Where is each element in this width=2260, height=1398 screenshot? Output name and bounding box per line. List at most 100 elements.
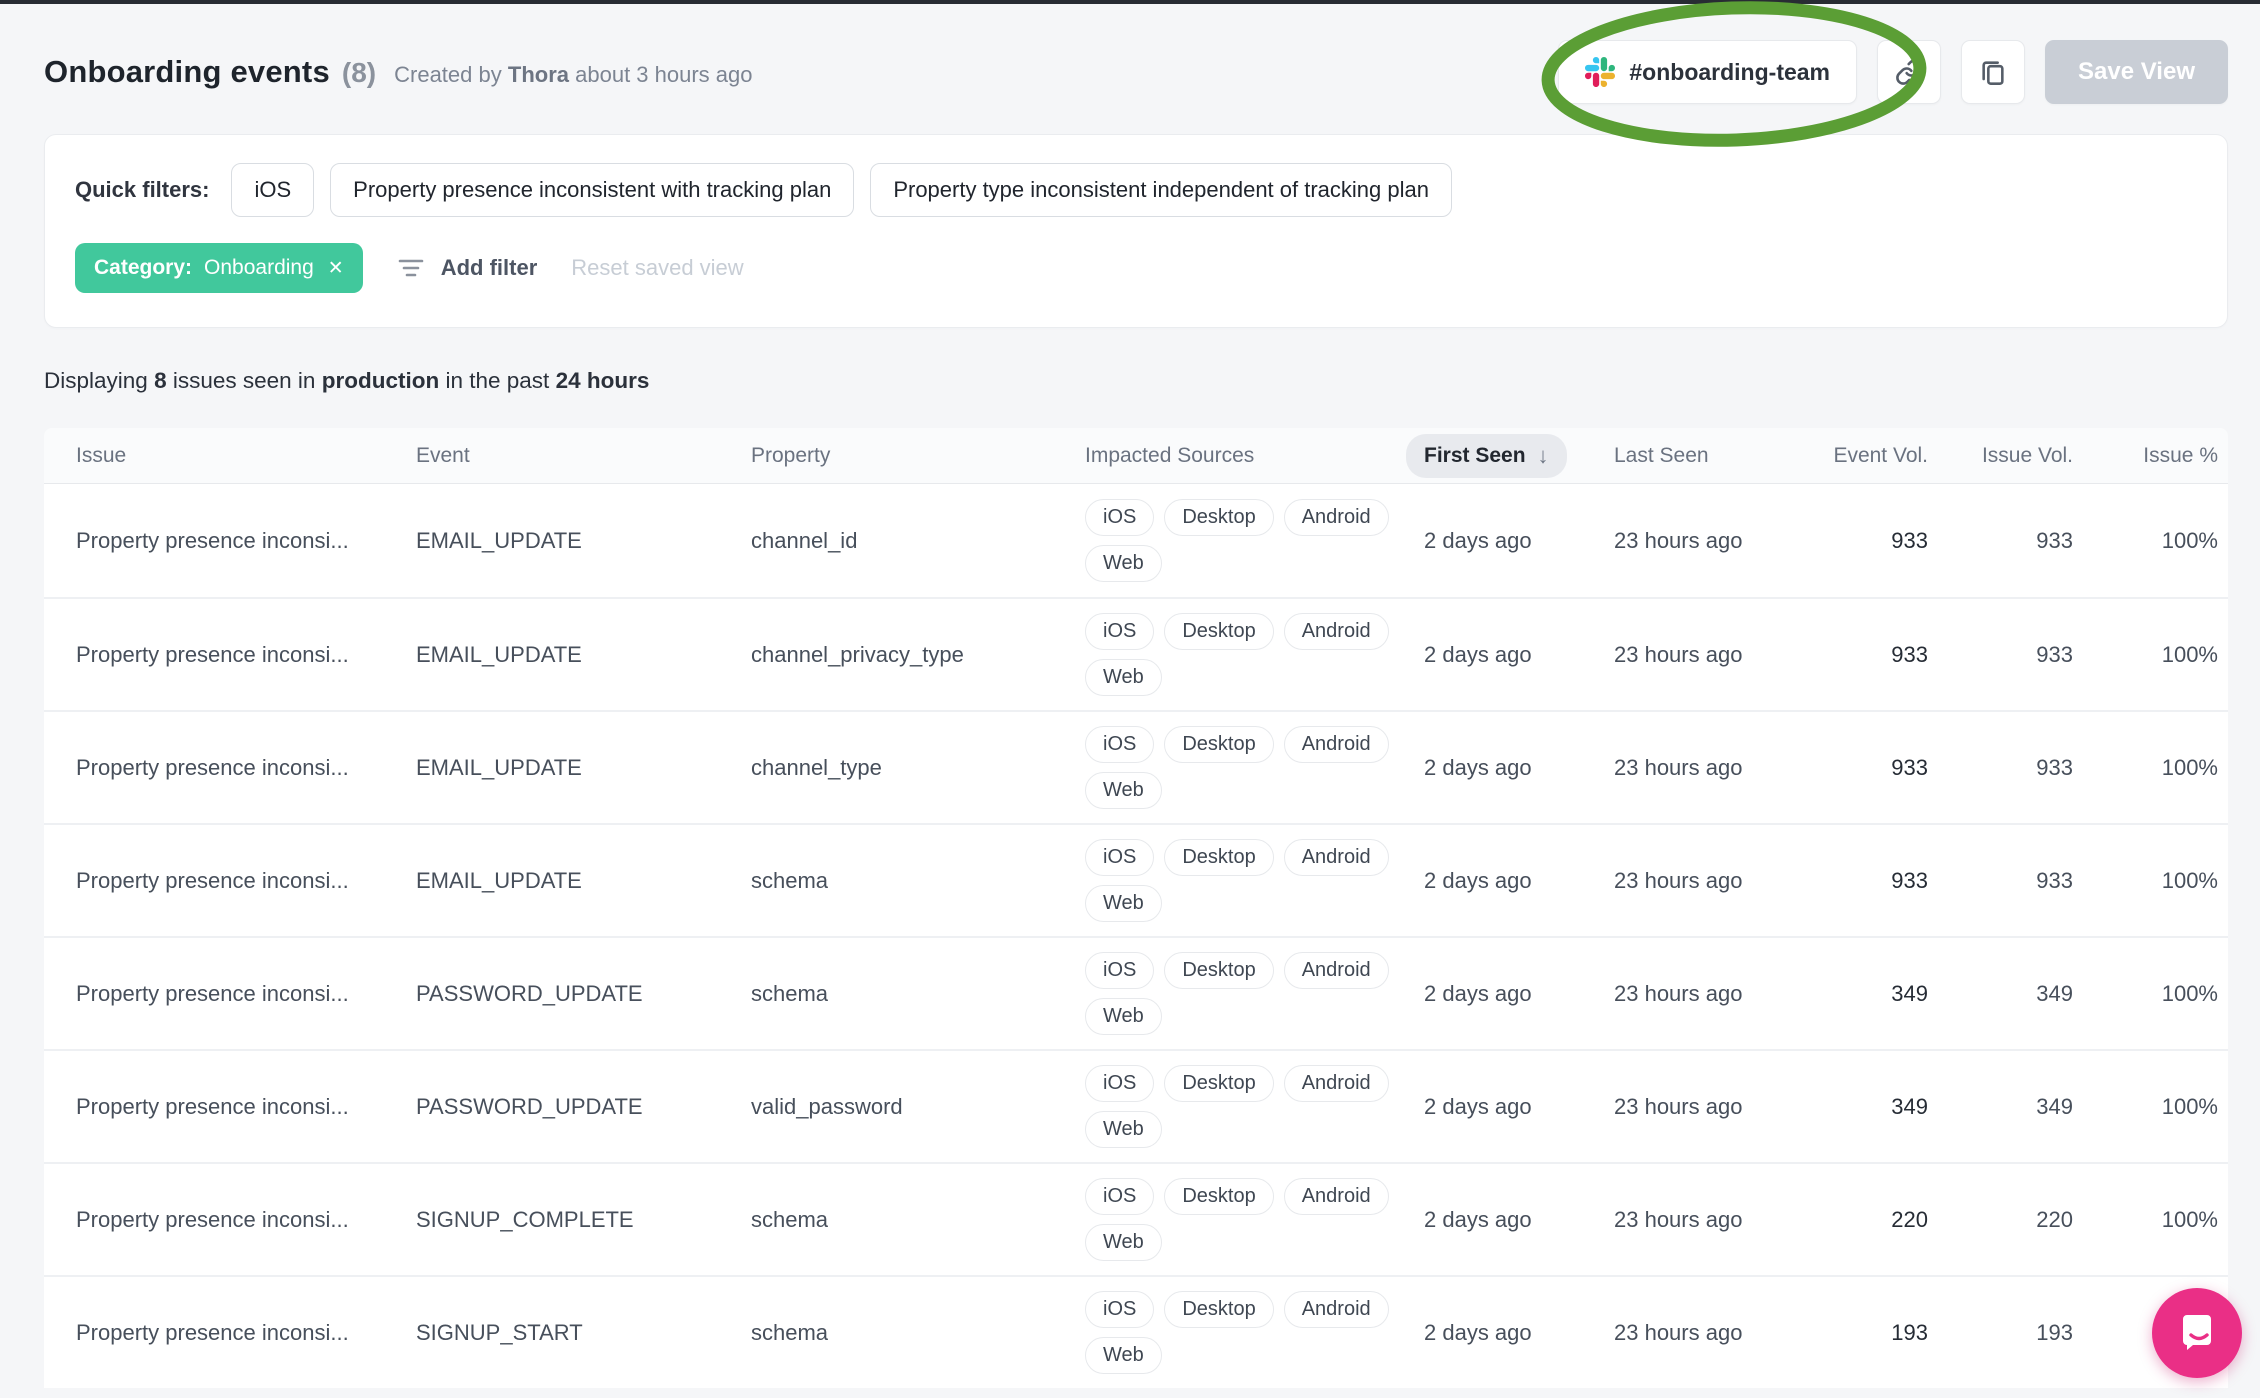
issue-cell: Property presence inconsi...	[76, 1206, 349, 1232]
event-cell: PASSWORD_UPDATE	[416, 1093, 643, 1119]
sources-cell: iOS Desktop Android Web	[1085, 1065, 1406, 1148]
col-event-vol-header[interactable]: Event Vol.	[1824, 444, 1938, 468]
table-row[interactable]: Property presence inconsi... PASSWORD_UP…	[44, 1049, 2228, 1162]
sources-line-2: Web	[1085, 1111, 1406, 1148]
table-row[interactable]: Property presence inconsi... EMAIL_UPDAT…	[44, 484, 2228, 597]
col-first-seen-header[interactable]: First Seen ↓	[1406, 433, 1614, 478]
copy-link-button[interactable]	[1877, 40, 1942, 104]
page-title: Onboarding events	[44, 54, 330, 89]
created-ago: about 3 hours ago	[575, 62, 753, 87]
col-property-header[interactable]: Property	[751, 444, 1085, 468]
sort-descending-icon: ↓	[1537, 442, 1549, 468]
quick-filter-property-presence[interactable]: Property presence inconsistent with trac…	[330, 163, 855, 217]
table-row[interactable]: Property presence inconsi... SIGNUP_STAR…	[44, 1275, 2228, 1388]
page-header: Onboarding events (8) Created by Thora a…	[0, 1, 2260, 147]
col-sources-header[interactable]: Impacted Sources	[1085, 444, 1406, 468]
source-pill: iOS	[1085, 839, 1155, 876]
source-pill: Desktop	[1164, 1178, 1274, 1215]
property-cell: channel_type	[751, 754, 882, 780]
issue-count: (8)	[341, 57, 377, 88]
source-pill: Web	[1085, 545, 1162, 582]
sources-line-2: Web	[1085, 998, 1406, 1035]
sources-cell: iOS Desktop Android Web	[1085, 499, 1406, 582]
table-row[interactable]: Property presence inconsi... PASSWORD_UP…	[44, 936, 2228, 1049]
sources-cell: iOS Desktop Android Web	[1085, 1178, 1406, 1261]
table-row[interactable]: Property presence inconsi... EMAIL_UPDAT…	[44, 597, 2228, 710]
source-pill: Desktop	[1164, 613, 1274, 650]
event-cell: PASSWORD_UPDATE	[416, 980, 643, 1006]
quick-filter-property-type[interactable]: Property type inconsistent independent o…	[870, 163, 1452, 217]
source-pill: iOS	[1085, 613, 1155, 650]
table-row[interactable]: Property presence inconsi... EMAIL_UPDAT…	[44, 710, 2228, 823]
sources-line-1: iOS Desktop Android	[1085, 839, 1406, 876]
sources-line-2: Web	[1085, 885, 1406, 922]
source-pill: iOS	[1085, 1065, 1155, 1102]
event-vol-cell: 349	[1891, 1093, 1928, 1119]
add-filter-label: Add filter	[440, 255, 538, 280]
source-pill: Android	[1283, 1291, 1389, 1328]
quick-filter-ios[interactable]: iOS	[231, 163, 315, 217]
first-seen-sort-pill[interactable]: First Seen ↓	[1406, 433, 1567, 478]
save-view-button[interactable]: Save View	[2045, 40, 2228, 104]
issue-pct-cell: 100%	[2161, 754, 2218, 780]
issues-table: Issue Event Property Impacted Sources Fi…	[44, 428, 2228, 1388]
created-prefix: Created by	[394, 62, 502, 87]
slack-icon	[1585, 57, 1616, 87]
sources-line-1: iOS Desktop Android	[1085, 499, 1406, 536]
first-seen-cell: 2 days ago	[1424, 754, 1532, 780]
source-pill: Desktop	[1164, 1065, 1274, 1102]
source-pill: Android	[1283, 952, 1389, 989]
first-seen-label: First Seen	[1424, 443, 1526, 467]
col-issue-header[interactable]: Issue	[76, 444, 416, 468]
category-filter-chip[interactable]: Category: Onboarding ✕	[75, 243, 363, 293]
issue-cell: Property presence inconsi...	[76, 867, 349, 893]
chat-bubble-button[interactable]	[2152, 1288, 2242, 1378]
duplicate-view-button[interactable]	[1961, 40, 2026, 104]
issue-cell: Property presence inconsi...	[76, 527, 349, 553]
issue-vol-cell: 349	[2036, 980, 2073, 1006]
sources-cell: iOS Desktop Android Web	[1085, 1291, 1406, 1374]
chip-close-icon[interactable]: ✕	[328, 257, 344, 280]
sources-line-2: Web	[1085, 1337, 1406, 1374]
first-seen-cell: 2 days ago	[1424, 1319, 1532, 1345]
sources-cell: iOS Desktop Android Web	[1085, 952, 1406, 1035]
source-pill: iOS	[1085, 1291, 1155, 1328]
property-cell: schema	[751, 1206, 829, 1232]
reset-saved-view-button[interactable]: Reset saved view	[571, 255, 743, 281]
slack-channel-label: #onboarding-team	[1629, 58, 1831, 85]
table-row[interactable]: Property presence inconsi... SIGNUP_COMP…	[44, 1162, 2228, 1275]
col-last-seen-header[interactable]: Last Seen	[1614, 444, 1824, 468]
summary-mid2: in the past	[445, 368, 550, 393]
sources-line-2: Web	[1085, 1224, 1406, 1261]
title-block: Onboarding events (8) Created by Thora a…	[44, 54, 753, 90]
sources-line-1: iOS Desktop Android	[1085, 1178, 1406, 1215]
chip-key: Category:	[94, 256, 193, 279]
author-name: Thora	[507, 62, 569, 87]
first-seen-cell: 2 days ago	[1424, 867, 1532, 893]
source-pill: Web	[1085, 1337, 1162, 1374]
sources-cell: iOS Desktop Android Web	[1085, 839, 1406, 922]
quick-filters-label: Quick filters:	[75, 177, 210, 202]
add-filter-button[interactable]: Add filter	[397, 255, 538, 281]
summary-count: 8	[154, 368, 167, 393]
col-issue-vol-header[interactable]: Issue Vol.	[1938, 444, 2083, 468]
event-vol-cell: 193	[1891, 1319, 1928, 1345]
col-issue-pct-header[interactable]: Issue %	[2083, 444, 2228, 468]
table-row[interactable]: Property presence inconsi... EMAIL_UPDAT…	[44, 823, 2228, 936]
slack-channel-button[interactable]: #onboarding-team	[1558, 40, 1858, 104]
source-pill: iOS	[1085, 952, 1155, 989]
issue-pct-cell: 100%	[2161, 527, 2218, 553]
issue-vol-cell: 349	[2036, 1093, 2073, 1119]
first-seen-cell: 2 days ago	[1424, 641, 1532, 667]
issue-cell: Property presence inconsi...	[76, 641, 349, 667]
source-pill: iOS	[1085, 726, 1155, 763]
source-pill: Android	[1283, 1065, 1389, 1102]
first-seen-cell: 2 days ago	[1424, 527, 1532, 553]
event-cell: SIGNUP_START	[416, 1319, 583, 1345]
property-cell: schema	[751, 980, 829, 1006]
last-seen-cell: 23 hours ago	[1614, 754, 1743, 780]
summary-mid1: issues seen in	[172, 368, 316, 393]
quick-filters-row: Quick filters: iOS Property presence inc…	[75, 163, 2197, 217]
col-event-header[interactable]: Event	[416, 444, 751, 468]
summary-environment: production	[321, 368, 440, 393]
